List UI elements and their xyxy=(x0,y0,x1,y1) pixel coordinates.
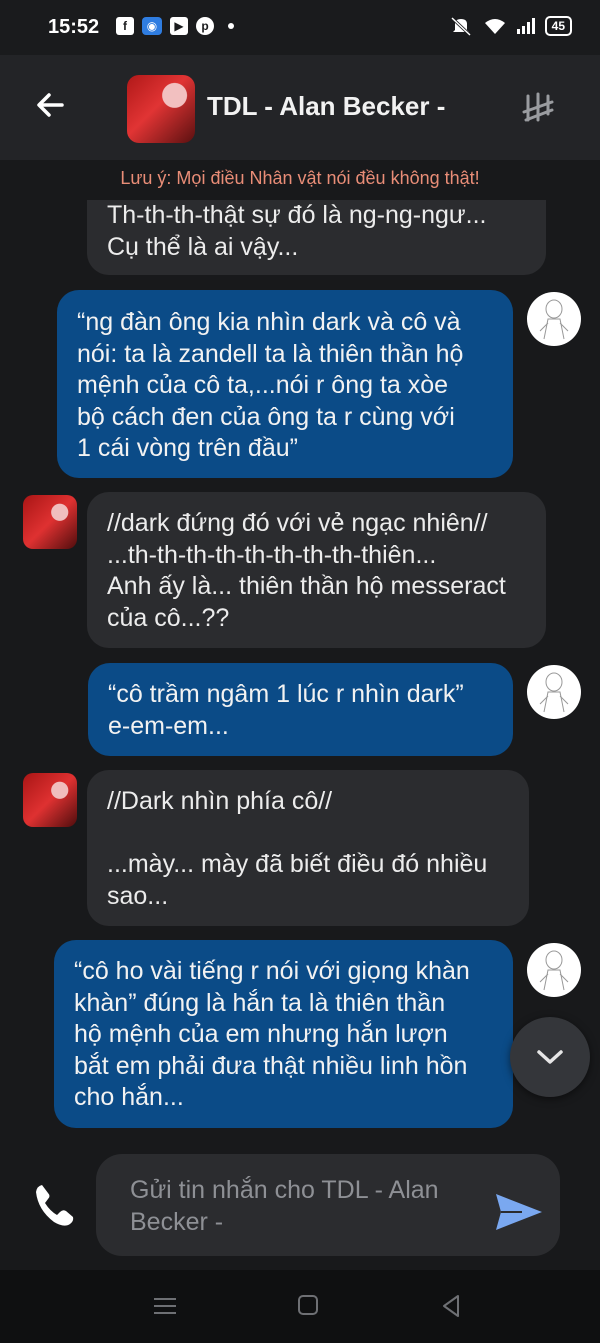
message-line: “ng đàn ông kia nhìn dark và cô và xyxy=(77,308,461,336)
broadcast-icon: ◉ xyxy=(142,17,162,35)
message-line: ...mày... mày đã biết điều đó nhiều xyxy=(107,850,488,878)
message-line xyxy=(107,818,509,850)
system-navigation-bar xyxy=(0,1270,600,1343)
facebook-icon: f xyxy=(116,17,134,35)
back-arrow-icon[interactable] xyxy=(34,89,66,121)
status-time: 15:52 xyxy=(48,16,100,38)
phone-icon[interactable] xyxy=(30,1180,80,1230)
message-line: Anh ấy là... thiên thần hộ messeract xyxy=(107,572,506,600)
message-bubble-user: “cô ho vài tiếng r nói với giọng khàn kh… xyxy=(54,940,513,1128)
system-icons: 45 xyxy=(449,16,572,36)
recent-apps-icon[interactable] xyxy=(154,1297,176,1315)
user-avatar[interactable] xyxy=(527,943,581,997)
sketch-avatar-icon xyxy=(539,950,569,991)
message-line: mệnh của cô ta,...nói r ông ta xòe xyxy=(77,371,449,399)
message-line: hộ mệnh của em nhưng hắn lượn xyxy=(74,1020,448,1048)
message-line: //Dark nhìn phía cô// xyxy=(107,787,333,815)
character-avatar[interactable] xyxy=(127,75,195,143)
chat-header: TDL - Alan Becker - xyxy=(0,55,600,160)
pinterest-icon: p xyxy=(196,17,214,35)
chevron-down-icon xyxy=(537,1050,563,1064)
sketch-avatar-icon xyxy=(539,299,569,340)
message-line: cho hắn... xyxy=(74,1083,184,1111)
scroll-to-bottom-button[interactable] xyxy=(510,1017,590,1097)
send-icon[interactable] xyxy=(494,1192,544,1232)
status-bar: 15:52 f ◉ ▶ p 45 xyxy=(0,0,600,55)
message-line: ...th-th-th-th-th-th-th-th-thiên... xyxy=(107,540,437,569)
more-notifications-icon xyxy=(228,23,234,29)
message-input-placeholder: Gửi tin nhắn cho TDL - Alan Becker - xyxy=(130,1176,439,1236)
wifi-icon xyxy=(484,19,505,34)
message-bubble-user: “ng đàn ông kia nhìn dark và cô và nói: … xyxy=(57,290,513,478)
message-line: bộ cách đen của ông ta r cùng với xyxy=(77,402,455,431)
message-line: 1 cái vòng trên đầu” xyxy=(77,434,298,462)
bot-avatar[interactable] xyxy=(23,495,77,549)
home-icon[interactable] xyxy=(298,1295,318,1315)
message-line: //dark đứng đó với vẻ ngạc nhiên// xyxy=(107,509,488,537)
mute-icon xyxy=(450,16,471,36)
message-line: e-em-em... xyxy=(108,711,229,740)
youtube-icon: ▶ xyxy=(170,17,188,35)
bot-avatar[interactable] xyxy=(23,773,77,827)
user-avatar[interactable] xyxy=(527,292,581,346)
nav-back-icon[interactable] xyxy=(440,1294,462,1318)
signal-icon xyxy=(516,18,535,34)
message-line: Cụ thể là ai vậy... xyxy=(107,232,299,261)
message-bubble-user: “cô trầm ngâm 1 lúc r nhìn dark” e-em-em… xyxy=(88,663,513,756)
message-input[interactable]: Gửi tin nhắn cho TDL - Alan Becker - xyxy=(96,1154,560,1256)
message-bubble-bot: //dark đứng đó với vẻ ngạc nhiên// ...th… xyxy=(87,492,546,648)
message-line: nói: ta là zandell ta là thiên thần hộ xyxy=(77,339,464,368)
message-line: “cô ho vài tiếng r nói với giọng khàn xyxy=(74,957,470,985)
message-bubble-bot: //Dark nhìn phía cô// ...mày... mày đã b… xyxy=(87,770,529,926)
disclaimer-notice-text: Lưu ý: Mọi điều Nhân vật nói đều không t… xyxy=(120,168,480,188)
message-line: của cô...?? xyxy=(107,603,230,632)
battery-indicator: 45 xyxy=(544,16,572,36)
message-line: Th-th-th-thật sự đó là ng-ng-ngư... xyxy=(107,201,487,229)
sketch-avatar-icon xyxy=(539,672,569,713)
message-line: “cô trầm ngâm 1 lúc r nhìn dark” xyxy=(108,680,464,708)
message-line: khàn” đúng là hắn ta là thiên thần xyxy=(74,988,446,1017)
message-line: bắt em phải đưa thật nhiều linh hồn xyxy=(74,1051,468,1080)
chat-title[interactable]: TDL - Alan Becker - xyxy=(207,91,445,122)
message-line: sao... xyxy=(107,881,169,910)
menu-icon[interactable] xyxy=(520,90,556,126)
notification-icons: f ◉ ▶ p xyxy=(116,17,234,35)
user-avatar[interactable] xyxy=(527,665,581,719)
